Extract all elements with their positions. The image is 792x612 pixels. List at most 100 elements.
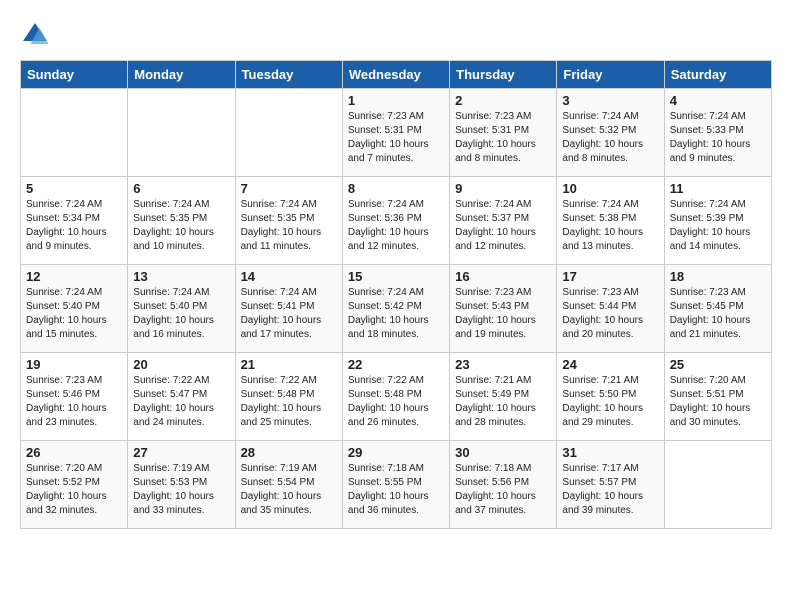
day-cell: 9 Sunrise: 7:24 AM Sunset: 5:37 PM Daylig… [450, 177, 557, 265]
day-number: 13 [133, 269, 229, 284]
page-header [20, 20, 772, 50]
day-info: Sunrise: 7:23 AM Sunset: 5:46 PM Dayligh… [26, 374, 122, 430]
day-info: Sunrise: 7:22 AM Sunset: 5:48 PM Dayligh… [348, 374, 444, 430]
day-info: Sunrise: 7:20 AM Sunset: 5:51 PM Dayligh… [670, 374, 766, 430]
day-info: Sunrise: 7:24 AM Sunset: 5:32 PM Dayligh… [562, 110, 658, 166]
day-number: 25 [670, 357, 766, 372]
day-number: 12 [26, 269, 122, 284]
day-info: Sunrise: 7:24 AM Sunset: 5:39 PM Dayligh… [670, 198, 766, 254]
day-info: Sunrise: 7:23 AM Sunset: 5:45 PM Dayligh… [670, 286, 766, 342]
day-cell: 26 Sunrise: 7:20 AM Sunset: 5:52 PM Dayli… [21, 441, 128, 529]
day-cell: 21 Sunrise: 7:22 AM Sunset: 5:48 PM Dayli… [235, 353, 342, 441]
day-number: 26 [26, 445, 122, 460]
day-info: Sunrise: 7:20 AM Sunset: 5:52 PM Dayligh… [26, 462, 122, 518]
week-row-4: 19 Sunrise: 7:23 AM Sunset: 5:46 PM Dayli… [21, 353, 772, 441]
day-cell [128, 89, 235, 177]
day-header-wednesday: Wednesday [342, 61, 449, 89]
day-number: 7 [241, 181, 337, 196]
day-number: 17 [562, 269, 658, 284]
day-cell: 8 Sunrise: 7:24 AM Sunset: 5:36 PM Daylig… [342, 177, 449, 265]
day-number: 8 [348, 181, 444, 196]
day-info: Sunrise: 7:24 AM Sunset: 5:36 PM Dayligh… [348, 198, 444, 254]
day-number: 6 [133, 181, 229, 196]
day-cell: 28Sunrise: 7:19 AM Sunset: 5:54 PM Dayli… [235, 441, 342, 529]
day-info: Sunrise: 7:24 AM Sunset: 5:33 PM Dayligh… [670, 110, 766, 166]
day-number: 27 [133, 445, 229, 460]
day-cell: 27Sunrise: 7:19 AM Sunset: 5:53 PM Dayli… [128, 441, 235, 529]
day-info: Sunrise: 7:18 AM Sunset: 5:56 PM Dayligh… [455, 462, 551, 518]
day-cell: 4 Sunrise: 7:24 AM Sunset: 5:33 PM Daylig… [664, 89, 771, 177]
week-row-5: 26 Sunrise: 7:20 AM Sunset: 5:52 PM Dayli… [21, 441, 772, 529]
day-info: Sunrise: 7:23 AM Sunset: 5:31 PM Dayligh… [455, 110, 551, 166]
day-info: Sunrise: 7:24 AM Sunset: 5:41 PM Dayligh… [241, 286, 337, 342]
day-info: Sunrise: 7:23 AM Sunset: 5:44 PM Dayligh… [562, 286, 658, 342]
week-row-3: 12 Sunrise: 7:24 AM Sunset: 5:40 PM Dayli… [21, 265, 772, 353]
day-number: 24 [562, 357, 658, 372]
day-header-sunday: Sunday [21, 61, 128, 89]
day-info: Sunrise: 7:21 AM Sunset: 5:50 PM Dayligh… [562, 374, 658, 430]
day-header-monday: Monday [128, 61, 235, 89]
day-info: Sunrise: 7:22 AM Sunset: 5:47 PM Dayligh… [133, 374, 229, 430]
day-number: 11 [670, 181, 766, 196]
day-info: Sunrise: 7:23 AM Sunset: 5:43 PM Dayligh… [455, 286, 551, 342]
day-number: 19 [26, 357, 122, 372]
day-cell: 17 Sunrise: 7:23 AM Sunset: 5:44 PM Dayli… [557, 265, 664, 353]
day-cell: 5 Sunrise: 7:24 AM Sunset: 5:34 PM Daylig… [21, 177, 128, 265]
day-number: 29 [348, 445, 444, 460]
day-header-saturday: Saturday [664, 61, 771, 89]
logo-icon [20, 20, 50, 50]
day-info: Sunrise: 7:24 AM Sunset: 5:37 PM Dayligh… [455, 198, 551, 254]
day-cell: 6 Sunrise: 7:24 AM Sunset: 5:35 PM Daylig… [128, 177, 235, 265]
day-number: 18 [670, 269, 766, 284]
day-header-tuesday: Tuesday [235, 61, 342, 89]
day-cell: 15Sunrise: 7:24 AM Sunset: 5:42 PM Dayli… [342, 265, 449, 353]
day-cell [664, 441, 771, 529]
day-cell: 14Sunrise: 7:24 AM Sunset: 5:41 PM Dayli… [235, 265, 342, 353]
day-cell: 20 Sunrise: 7:22 AM Sunset: 5:47 PM Dayli… [128, 353, 235, 441]
day-number: 31 [562, 445, 658, 460]
day-cell: 23 Sunrise: 7:21 AM Sunset: 5:49 PM Dayli… [450, 353, 557, 441]
day-cell: 10Sunrise: 7:24 AM Sunset: 5:38 PM Dayli… [557, 177, 664, 265]
day-number: 3 [562, 93, 658, 108]
day-info: Sunrise: 7:22 AM Sunset: 5:48 PM Dayligh… [241, 374, 337, 430]
day-info: Sunrise: 7:24 AM Sunset: 5:34 PM Dayligh… [26, 198, 122, 254]
day-info: Sunrise: 7:23 AM Sunset: 5:31 PM Dayligh… [348, 110, 444, 166]
day-info: Sunrise: 7:24 AM Sunset: 5:35 PM Dayligh… [133, 198, 229, 254]
day-cell: 7 Sunrise: 7:24 AM Sunset: 5:35 PM Daylig… [235, 177, 342, 265]
day-cell: 22Sunrise: 7:22 AM Sunset: 5:48 PM Dayli… [342, 353, 449, 441]
day-cell: 2 Sunrise: 7:23 AM Sunset: 5:31 PM Daylig… [450, 89, 557, 177]
day-number: 4 [670, 93, 766, 108]
day-header-friday: Friday [557, 61, 664, 89]
day-info: Sunrise: 7:24 AM Sunset: 5:35 PM Dayligh… [241, 198, 337, 254]
day-info: Sunrise: 7:24 AM Sunset: 5:38 PM Dayligh… [562, 198, 658, 254]
day-number: 30 [455, 445, 551, 460]
day-number: 20 [133, 357, 229, 372]
day-number: 1 [348, 93, 444, 108]
day-info: Sunrise: 7:17 AM Sunset: 5:57 PM Dayligh… [562, 462, 658, 518]
day-number: 16 [455, 269, 551, 284]
day-header-thursday: Thursday [450, 61, 557, 89]
day-cell: 24 Sunrise: 7:21 AM Sunset: 5:50 PM Dayli… [557, 353, 664, 441]
day-cell [235, 89, 342, 177]
day-number: 15 [348, 269, 444, 284]
day-number: 28 [241, 445, 337, 460]
day-number: 2 [455, 93, 551, 108]
week-row-1: 1 Sunrise: 7:23 AM Sunset: 5:31 PM Daylig… [21, 89, 772, 177]
day-number: 23 [455, 357, 551, 372]
calendar-table: SundayMondayTuesdayWednesdayThursdayFrid… [20, 60, 772, 529]
day-cell: 1 Sunrise: 7:23 AM Sunset: 5:31 PM Daylig… [342, 89, 449, 177]
day-number: 5 [26, 181, 122, 196]
day-cell: 19 Sunrise: 7:23 AM Sunset: 5:46 PM Dayli… [21, 353, 128, 441]
day-info: Sunrise: 7:21 AM Sunset: 5:49 PM Dayligh… [455, 374, 551, 430]
day-info: Sunrise: 7:24 AM Sunset: 5:40 PM Dayligh… [26, 286, 122, 342]
day-cell: 12 Sunrise: 7:24 AM Sunset: 5:40 PM Dayli… [21, 265, 128, 353]
day-info: Sunrise: 7:24 AM Sunset: 5:40 PM Dayligh… [133, 286, 229, 342]
day-number: 9 [455, 181, 551, 196]
day-cell: 11 Sunrise: 7:24 AM Sunset: 5:39 PM Dayli… [664, 177, 771, 265]
logo [20, 20, 55, 50]
day-number: 21 [241, 357, 337, 372]
day-cell: 16 Sunrise: 7:23 AM Sunset: 5:43 PM Dayli… [450, 265, 557, 353]
header-row: SundayMondayTuesdayWednesdayThursdayFrid… [21, 61, 772, 89]
day-info: Sunrise: 7:18 AM Sunset: 5:55 PM Dayligh… [348, 462, 444, 518]
day-cell: 18 Sunrise: 7:23 AM Sunset: 5:45 PM Dayli… [664, 265, 771, 353]
